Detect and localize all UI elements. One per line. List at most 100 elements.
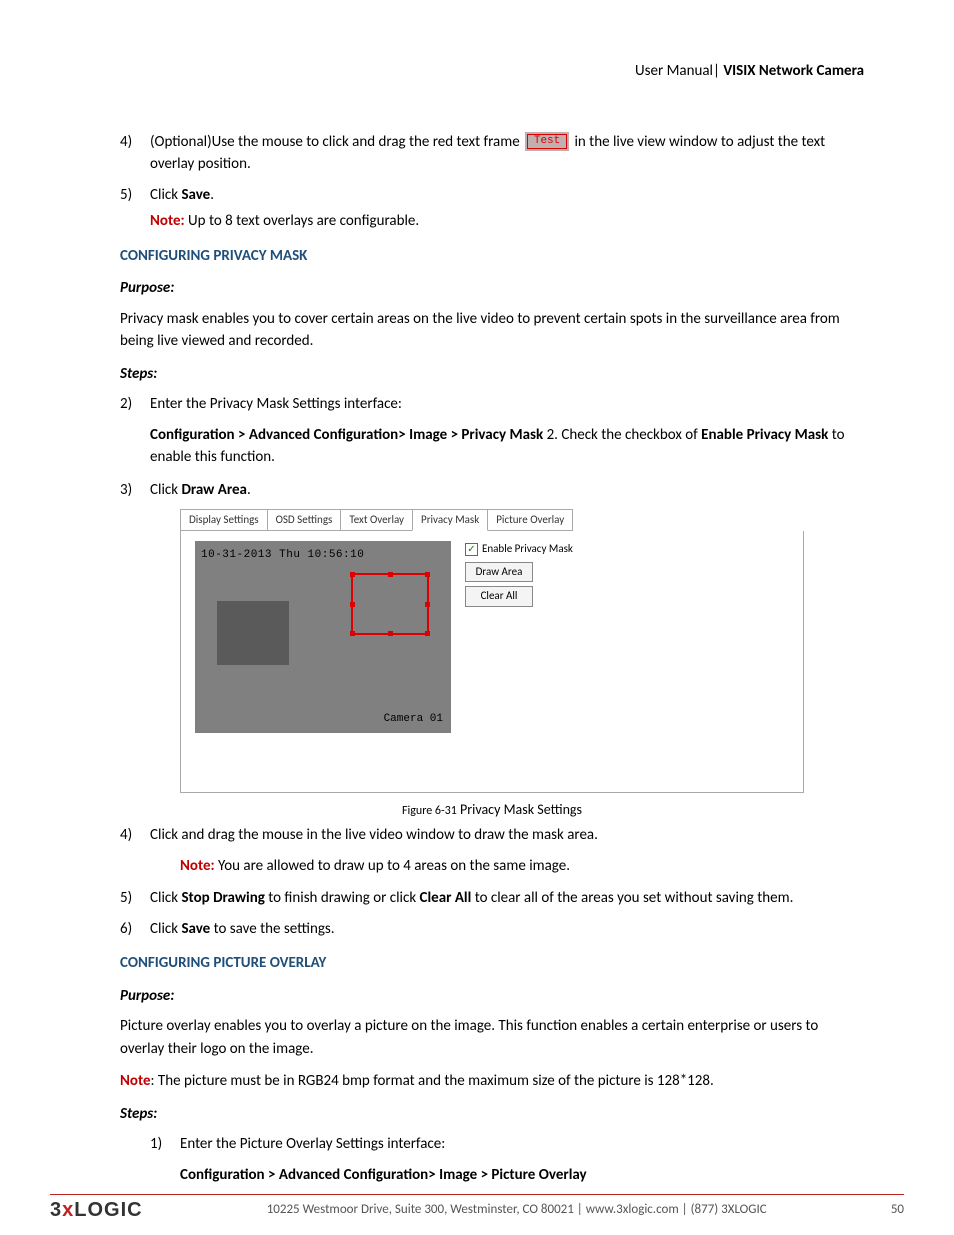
- live-view[interactable]: 10-31-2013 Thu 10:56:10 Camera 01: [195, 541, 451, 733]
- draw-area-label: Draw Area: [181, 481, 247, 499]
- list-number: 2): [120, 393, 150, 416]
- config-path: Configuration > Advanced Configuration> …: [150, 424, 864, 469]
- text: Click: [150, 889, 181, 907]
- list-body: (Optional)Use the mouse to click and dra…: [150, 131, 864, 176]
- list-item: 2) Enter the Privacy Mask Settings inter…: [120, 393, 864, 416]
- mask-area-existing: [217, 601, 289, 665]
- text: .: [210, 186, 214, 204]
- resize-handle[interactable]: [350, 631, 355, 636]
- list-number: 5): [120, 887, 150, 910]
- purpose-label: Purpose:: [120, 277, 864, 300]
- page-footer: 3xLOGIC 10225 Westmoor Drive, Suite 300,…: [50, 1195, 904, 1225]
- tabstrip: Display Settings OSD Settings Text Overl…: [180, 509, 804, 531]
- text: Click: [150, 481, 181, 499]
- resize-handle[interactable]: [388, 572, 393, 577]
- enable-privacy-mask-row: ✓ Enable Privacy Mask: [465, 541, 573, 558]
- resize-handle[interactable]: [425, 602, 430, 607]
- figure-title: Privacy Mask Settings: [457, 801, 582, 818]
- list-body: Click and drag the mouse in the live vid…: [150, 824, 864, 847]
- list-number: 4): [120, 824, 150, 847]
- note-row: Note: The picture must be in RGB24 bmp f…: [120, 1070, 864, 1093]
- note-text: : The picture must be in RGB24 bmp forma…: [151, 1072, 714, 1090]
- breadcrumb: Configuration > Advanced Configuration> …: [150, 426, 543, 444]
- figure-caption: Figure 6-31 Privacy Mask Settings: [120, 799, 864, 820]
- logo-3xlogic: 3xLOGIC: [50, 1195, 143, 1225]
- list-body: Click Save. Note: Up to 8 text overlays …: [150, 184, 864, 233]
- list-body: Enter the Picture Overlay Settings inter…: [180, 1133, 864, 1156]
- purpose-text: Picture overlay enables you to overlay a…: [120, 1015, 864, 1060]
- clear-all-button[interactable]: Clear All: [465, 586, 533, 607]
- list-number: 1): [150, 1133, 180, 1156]
- note-label: Note:: [180, 857, 215, 875]
- figure-number: Figure 6-31: [402, 804, 457, 818]
- tab-privacy-mask[interactable]: Privacy Mask: [412, 509, 488, 531]
- list-item: 6) Click Save to save the settings.: [120, 918, 864, 941]
- breadcrumb: Configuration > Advanced Configuration> …: [180, 1164, 864, 1187]
- note-label: Note: [120, 1072, 151, 1090]
- text: Click: [150, 920, 181, 938]
- save-label: Save: [181, 920, 210, 938]
- list-number: 5): [120, 184, 150, 233]
- logo-part: x: [62, 1199, 74, 1221]
- text: (Optional)Use the mouse to click and dra…: [150, 133, 523, 151]
- list-number: 4): [120, 131, 150, 176]
- logo-part: 3: [50, 1199, 62, 1221]
- page-number: 50: [891, 1200, 904, 1220]
- list-item: 3) Click Draw Area.: [120, 479, 864, 502]
- figure-privacy-mask: Display Settings OSD Settings Text Overl…: [180, 509, 804, 793]
- tab-picture-overlay[interactable]: Picture Overlay: [487, 509, 573, 531]
- list-body: Click Draw Area.: [150, 479, 864, 502]
- tab-text-overlay[interactable]: Text Overlay: [340, 509, 413, 531]
- tab-osd-settings[interactable]: OSD Settings: [267, 509, 342, 531]
- list-item: 4) (Optional)Use the mouse to click and …: [120, 131, 864, 176]
- note-text: You are allowed to draw up to 4 areas on…: [215, 857, 570, 875]
- list-item: 5) Click Save. Note: Up to 8 text overla…: [120, 184, 864, 233]
- timestamp-overlay: 10-31-2013 Thu 10:56:10: [201, 547, 364, 564]
- resize-handle[interactable]: [388, 631, 393, 636]
- list-body: Click Stop Drawing to finish drawing or …: [150, 887, 864, 910]
- text: .: [247, 481, 251, 499]
- test-frame-icon: Test: [525, 132, 569, 151]
- controls-panel: ✓ Enable Privacy Mask Draw Area Clear Al…: [465, 541, 573, 782]
- text: 2. Check the checkbox of: [543, 426, 701, 444]
- test-label: Test: [527, 134, 567, 149]
- camera-label: Camera 01: [384, 711, 443, 728]
- note-label: Note:: [150, 212, 185, 230]
- text: to finish drawing or click: [265, 889, 420, 907]
- mask-area-drawing[interactable]: [351, 573, 429, 635]
- list-item: 1) Enter the Picture Overlay Settings in…: [150, 1133, 864, 1156]
- resize-handle[interactable]: [350, 572, 355, 577]
- list-body: Enter the Privacy Mask Settings interfac…: [150, 393, 864, 416]
- header-left: User Manual: [635, 62, 713, 80]
- steps-label: Steps:: [120, 363, 864, 386]
- list-item: 5) Click Stop Drawing to finish drawing …: [120, 887, 864, 910]
- header-right: VISIX Network Camera: [723, 62, 864, 80]
- section-heading-picture-overlay: CONFIGURING PICTURE OVERLAY: [120, 952, 864, 975]
- steps-label: Steps:: [120, 1103, 864, 1126]
- note-text: Up to 8 text overlays are configurable.: [185, 212, 420, 230]
- note-row: Note: You are allowed to draw up to 4 ar…: [180, 855, 864, 878]
- save-label: Save: [181, 186, 210, 204]
- resize-handle[interactable]: [425, 631, 430, 636]
- enable-label: Enable Privacy Mask: [701, 426, 828, 444]
- resize-handle[interactable]: [350, 602, 355, 607]
- draw-area-button[interactable]: Draw Area: [465, 562, 533, 583]
- figure-body: 10-31-2013 Thu 10:56:10 Camera 01 ✓ Enab…: [180, 531, 804, 793]
- checkbox-label: Enable Privacy Mask: [482, 541, 573, 558]
- list-number: 6): [120, 918, 150, 941]
- page-header: User Manual| VISIX Network Camera: [120, 60, 864, 83]
- text: Click: [150, 186, 181, 204]
- resize-handle[interactable]: [425, 572, 430, 577]
- purpose-text: Privacy mask enables you to cover certai…: [120, 308, 864, 353]
- list-item: 4) Click and drag the mouse in the live …: [120, 824, 864, 847]
- purpose-label: Purpose:: [120, 985, 864, 1008]
- enable-privacy-mask-checkbox[interactable]: ✓: [465, 543, 478, 556]
- list-number: 3): [120, 479, 150, 502]
- stop-drawing-label: Stop Drawing: [181, 889, 264, 907]
- logo-part: LOGIC: [74, 1199, 142, 1221]
- tab-display-settings[interactable]: Display Settings: [180, 509, 268, 531]
- text: to save the settings.: [210, 920, 334, 938]
- footer-address: 10225 Westmoor Drive, Suite 300, Westmin…: [267, 1200, 767, 1220]
- header-sep: |: [713, 62, 720, 80]
- section-heading-privacy-mask: CONFIGURING PRIVACY MASK: [120, 245, 864, 268]
